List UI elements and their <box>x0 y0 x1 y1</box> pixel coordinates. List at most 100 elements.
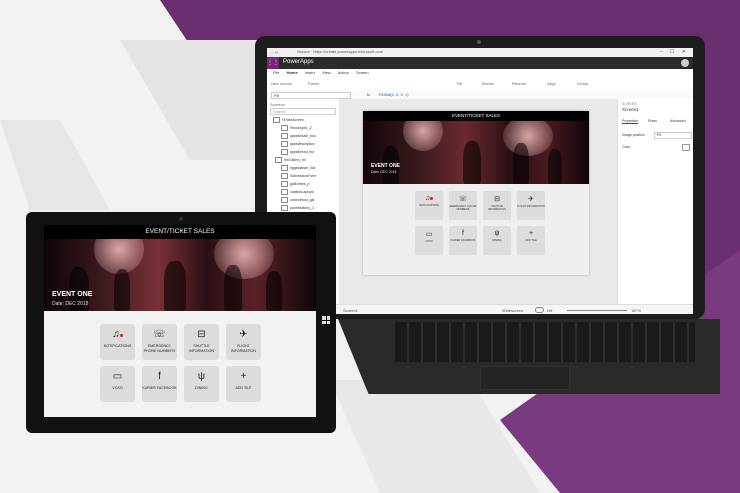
window-controls[interactable]: – ☐ ✕ <box>660 49 689 55</box>
event-title: EVENT ONE <box>371 163 400 169</box>
tab-screen[interactable]: Screen <box>356 69 369 77</box>
design-canvas[interactable]: EVENT/TICKET SALES EVENT ONE Date: DEC 2… <box>363 111 589 275</box>
tree-item[interactable]: controlHost_gal <box>281 197 314 203</box>
tree-item[interactable]: galEntries_p <box>281 181 309 187</box>
color-swatch[interactable] <box>682 144 690 151</box>
facebook-icon: f <box>462 230 464 237</box>
tree-item[interactable]: appsdescription <box>281 141 315 147</box>
tree-item[interactable]: eggbalance_incl <box>281 165 315 171</box>
concert-photo: EVENT ONE Date: DEC 2018 <box>363 121 589 184</box>
tile-grid: ♫ NOTIFICATIONS ☏ EMERGENCY PHONE NUMBERS … <box>415 191 545 261</box>
tile-flight[interactable]: ✈ FLIGHT INFORMATION <box>517 191 545 220</box>
phone-book-icon: ☏ <box>153 329 166 340</box>
fill-button[interactable]: Fill <box>457 81 462 86</box>
tab-action[interactable]: Action <box>338 69 349 77</box>
formula-input[interactable]: RGBA(0, 0, 0, 1) <box>379 92 409 97</box>
tab-advanced[interactable]: Advanced <box>670 119 686 123</box>
laptop-touchpad <box>480 366 570 390</box>
plus-icon: + <box>528 230 534 237</box>
plane-icon: ✈ <box>528 196 534 203</box>
app-title-bar: EVENT/TICKET SALES <box>44 225 316 239</box>
video-icon: ▭ <box>112 371 123 382</box>
tree-item[interactable]: appsthread_list <box>281 149 314 155</box>
waffle-icon[interactable]: ⋮⋮ <box>267 57 279 69</box>
concert-photo: EVENT ONE Date: DEC 2018 <box>44 239 316 311</box>
tab-insert[interactable]: Insert <box>305 69 315 77</box>
plus-icon: + <box>240 371 247 382</box>
tile-shuttle[interactable]: ⊟ SHUTTLE INFORMATION <box>483 191 511 220</box>
tile-dining[interactable]: ψ DINING <box>483 226 511 255</box>
webcam <box>477 40 481 44</box>
design-canvas-area: EVENT/TICKET SALES EVENT ONE Date: DEC 2… <box>339 99 617 304</box>
tree-item[interactable]: HiTabsScreen <box>273 117 304 123</box>
tab-view[interactable]: View <box>322 69 331 77</box>
properties-panel: SCREEN Screen1 Properties Rules Advanced… <box>617 99 693 304</box>
event-date: Date: DEC 2018 <box>52 301 89 307</box>
tile-dining[interactable]: ψ DINING <box>184 366 219 402</box>
video-icon: ▭ <box>425 231 433 238</box>
facebook-icon: f <box>158 371 161 382</box>
image-position-dropdown[interactable]: Fit <box>654 132 692 139</box>
tile-add[interactable]: + ADD TILE <box>226 366 261 402</box>
panel-title: Screens <box>270 102 285 107</box>
tablet-camera <box>179 217 183 221</box>
tile-emergency-phone[interactable]: ☏ EMERGENCY PHONE NUMBERS <box>142 324 177 360</box>
tree-item[interactable]: SubmissionForm <box>281 173 316 179</box>
bus-icon: ⊟ <box>197 329 206 340</box>
tab-rules[interactable]: Rules <box>648 119 657 123</box>
theme-button[interactable]: Theme <box>307 81 319 86</box>
screen-name: Screen1 <box>622 107 639 112</box>
user-avatar-icon[interactable] <box>681 59 689 67</box>
tile-emergency-phone[interactable]: ☏ EMERGENCY PHONE NUMBERS <box>449 191 477 220</box>
fx-icon: fx <box>367 92 371 97</box>
event-date: Date: DEC 2018 <box>371 170 397 174</box>
bell-icon: ♫ <box>415 195 443 202</box>
zoom-slider[interactable] <box>567 310 627 311</box>
windows-logo-icon[interactable] <box>322 316 330 324</box>
tile-voxo[interactable]: ▭ VOXO <box>100 366 135 402</box>
app-name: PowerApps <box>283 59 314 65</box>
reorder-button[interactable]: Reorder <box>512 81 526 86</box>
tile-notifications[interactable]: ♫ NOTIFICATIONS <box>415 191 443 220</box>
group-button[interactable]: Group <box>577 81 588 86</box>
new-screen-button[interactable]: New screen <box>271 81 292 86</box>
tab-properties[interactable]: Properties <box>622 119 638 124</box>
tile-voxo[interactable]: ▭ VOXO <box>415 226 443 255</box>
prop-image-position-label: Image position <box>622 133 645 137</box>
address-bar[interactable]: Secure · https://create.powerapps.micros… <box>297 49 383 54</box>
app-header: ⋮⋮ PowerApps <box>267 57 693 69</box>
tree-item[interactable]: btnGallery_txt <box>275 157 306 163</box>
tile-add[interactable]: + ADD TILE <box>517 226 545 255</box>
panel-section-label: SCREEN <box>622 102 637 106</box>
property-dropdown[interactable]: Fill <box>271 92 351 99</box>
panel-search-input[interactable]: Search <box>270 108 336 115</box>
plane-icon: ✈ <box>239 329 248 340</box>
tree-item[interactable]: panelbuttons_1 <box>281 205 314 211</box>
fork-knife-icon: ψ <box>494 230 500 237</box>
event-title: EVENT ONE <box>52 291 93 298</box>
tree-item[interactable]: Rectangle1_2 <box>281 125 312 131</box>
laptop-keyboard <box>395 322 695 362</box>
tile-facebook[interactable]: f KURIER FACEBOOK <box>449 226 477 255</box>
tile-flight[interactable]: ✈ FLIGHT INFORMATION <box>226 324 261 360</box>
app-title-bar: EVENT/TICKET SALES <box>363 111 589 121</box>
tab-file[interactable]: File <box>273 69 279 77</box>
align-button[interactable]: Align <box>547 81 556 86</box>
status-widescreen-label: Widescreen <box>502 308 524 313</box>
ribbon-toolbar: New screen Theme Fill Border Reorder Ali… <box>267 77 693 91</box>
phone-book-icon: ☏ <box>458 196 468 203</box>
status-screen-label: Screen1 <box>343 308 358 313</box>
zoom-value: 60 % <box>632 308 642 313</box>
tree-item[interactable]: captionLaptops <box>281 189 314 195</box>
tree-item[interactable]: appsforsale_boo <box>281 133 316 139</box>
tile-facebook[interactable]: f KURIER FACEBOOK <box>142 366 177 402</box>
nav-arrows-icon[interactable]: ‹ › ⟳ <box>270 50 278 55</box>
toggle-switch[interactable] <box>535 307 544 313</box>
tile-notifications[interactable]: ♫ NOTIFICATIONS <box>100 324 135 360</box>
tile-shuttle[interactable]: ⊟ SHUTTLE INFORMATION <box>184 324 219 360</box>
ribbon-tabs: File Home Insert View Action Screen <box>267 69 693 78</box>
tablet-screen: EVENT/TICKET SALES EVENT ONE Date: DEC 2… <box>44 225 316 417</box>
toggle-label: Off <box>547 308 553 313</box>
bell-icon: ♫ <box>100 329 135 341</box>
border-button[interactable]: Border <box>482 81 494 86</box>
